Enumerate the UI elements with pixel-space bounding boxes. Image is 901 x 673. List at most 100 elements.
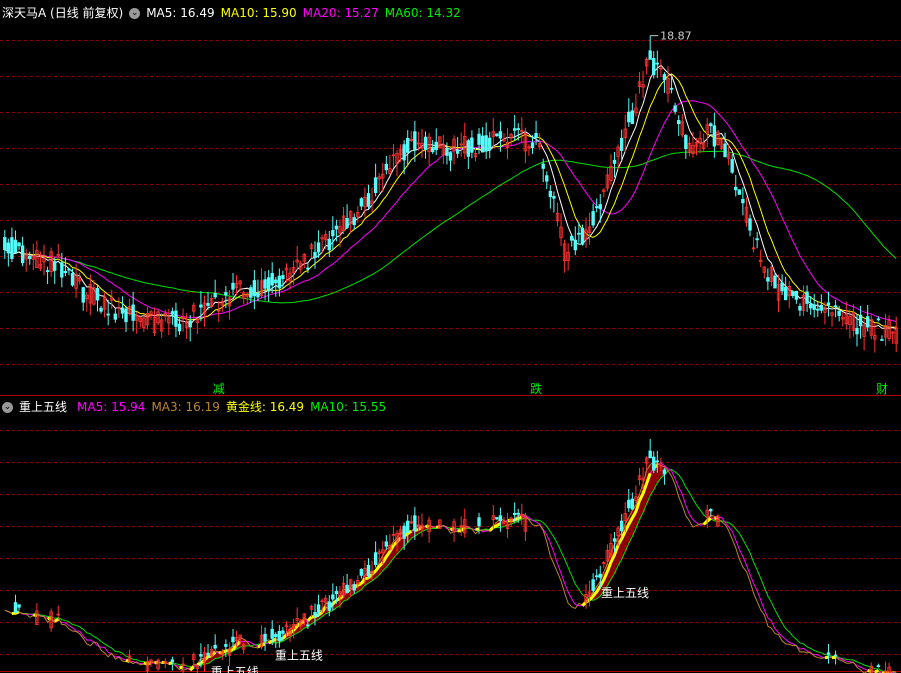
- legend-toggle-icon[interactable]: ⌄: [129, 8, 141, 19]
- candle-body: [466, 140, 471, 157]
- sub-candle-body: [662, 469, 667, 475]
- candle-body: [359, 198, 364, 207]
- candle-body: [199, 304, 203, 308]
- candle-body: [67, 268, 71, 271]
- candle-body: [256, 292, 260, 298]
- candle-body: [477, 133, 481, 145]
- candle-body: [470, 137, 474, 153]
- legend-ma5: MA5: 16.49: [146, 6, 215, 20]
- sub-candle-body: [270, 628, 274, 639]
- candle-body: [612, 159, 617, 164]
- candle-body: [131, 304, 135, 321]
- sub-candle-body: [359, 569, 364, 576]
- event-marker: 跌: [530, 381, 542, 396]
- sub-candle-body: [402, 525, 406, 539]
- candle-body: [570, 235, 574, 241]
- candle-body: [448, 152, 453, 161]
- candle-body: [81, 287, 85, 303]
- candle-body: [755, 238, 759, 241]
- candle-body: [445, 147, 449, 156]
- legend-ma20: MA20: 15.27: [302, 6, 379, 20]
- signal-label: 重上五线: [211, 665, 259, 673]
- candle-body: [263, 279, 267, 289]
- candle-body: [402, 144, 406, 161]
- candle-body: [530, 142, 535, 149]
- candle-body: [794, 290, 799, 300]
- candle-body: [858, 314, 863, 327]
- sub-candle-body: [373, 552, 378, 565]
- legend-ma60: MA60: 14.32: [384, 6, 461, 20]
- candle-body: [60, 262, 64, 278]
- sub-candle-body: [224, 644, 228, 647]
- candle-body: [20, 245, 25, 264]
- sub-candle-body: [213, 644, 217, 649]
- candle-body: [45, 270, 50, 273]
- signal-label: 重上五线: [601, 586, 649, 600]
- candle-body: [709, 123, 713, 127]
- sub-candle-body: [612, 538, 617, 542]
- sub-candle-body: [366, 564, 371, 576]
- candle-body: [619, 137, 624, 151]
- sub-candle-body: [655, 460, 660, 463]
- candle-body: [512, 128, 517, 131]
- sub-candle-body: [277, 630, 282, 642]
- candle-body: [270, 273, 274, 286]
- sub-candle-body: [876, 665, 881, 668]
- signal-label: 重上五线: [275, 648, 323, 662]
- candle-body: [231, 282, 235, 290]
- candle-body: [17, 242, 21, 247]
- sub-legend-toggle-icon[interactable]: ⌄: [2, 402, 13, 413]
- candle-body: [63, 270, 68, 274]
- candle-body: [10, 237, 14, 259]
- candle-body: [741, 199, 745, 204]
- sub-legend-golden: 黄金线: 16.49: [225, 400, 305, 414]
- candle-body: [281, 275, 285, 279]
- candle-body: [826, 302, 831, 306]
- candle-body: [430, 147, 435, 153]
- sub-candle-body: [352, 584, 356, 591]
- sub-candle-body: [281, 630, 285, 634]
- candle-body: [95, 288, 100, 301]
- candle-body: [648, 50, 652, 60]
- candle-body: [798, 305, 802, 311]
- candle-body: [630, 110, 635, 124]
- candle-body: [406, 137, 410, 153]
- candle-body: [662, 74, 667, 81]
- sub-candle-body: [477, 517, 481, 527]
- sub-candle-body: [512, 512, 517, 516]
- stock-chart[interactable]: 18.87减跌财重上五线重上五线重上五线: [0, 0, 901, 673]
- candle-body: [345, 217, 349, 228]
- candle-body: [498, 131, 503, 139]
- candle-body: [113, 313, 118, 320]
- sub-candle-body: [13, 602, 18, 613]
- candle-body: [865, 316, 870, 328]
- sub-candle-body: [591, 579, 595, 591]
- candle-body: [188, 320, 192, 328]
- candle-body: [455, 149, 460, 154]
- candle-body: [791, 291, 795, 296]
- candle-body: [737, 189, 742, 195]
- candle-body: [6, 242, 11, 254]
- candle-body: [170, 311, 175, 315]
- sub-candle-body: [709, 509, 713, 512]
- sub-candle-body: [316, 604, 321, 613]
- candle-body: [812, 304, 816, 310]
- candle-body: [598, 204, 602, 210]
- candle-body: [580, 227, 585, 245]
- candle-body: [677, 120, 681, 124]
- candle-body: [488, 137, 492, 151]
- sub-candle-body: [331, 594, 335, 600]
- sub-candle-body: [263, 633, 267, 642]
- candle-body: [331, 230, 335, 237]
- candle-body: [712, 125, 717, 147]
- sub-legend-ma5: MA5: 15.94: [77, 400, 146, 414]
- candle-body: [730, 159, 734, 173]
- max-price-label: 18.87: [660, 30, 692, 43]
- sub-candle-body: [345, 584, 349, 593]
- sub-candle-body: [498, 515, 503, 522]
- candle-body: [28, 255, 32, 260]
- sub-candle-body: [495, 517, 499, 520]
- candle-body: [484, 135, 488, 152]
- sub-candle-body: [199, 654, 203, 657]
- sub-candle-body: [206, 652, 210, 656]
